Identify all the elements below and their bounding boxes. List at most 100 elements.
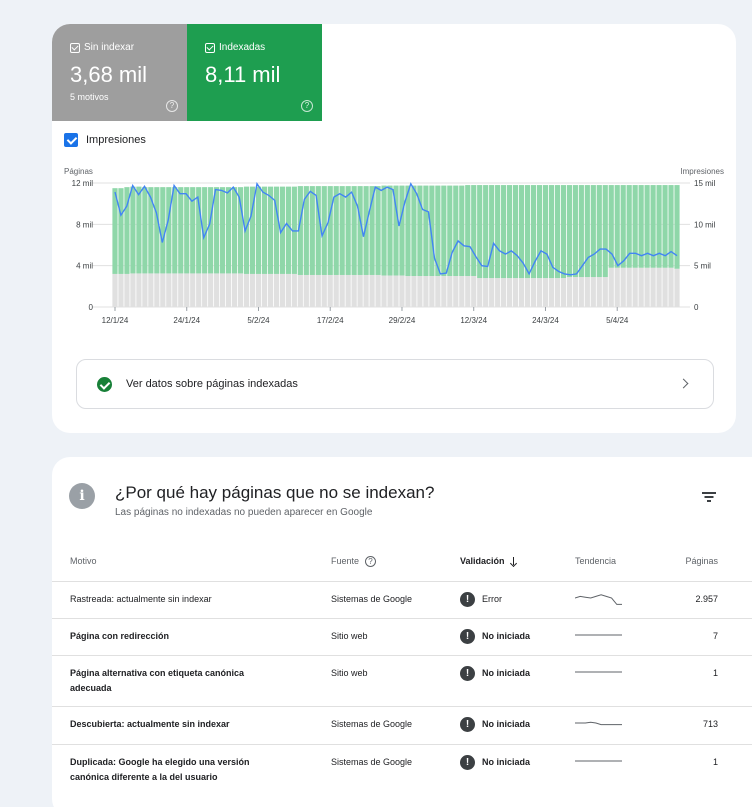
table-row[interactable]: Rastreada: actualmente sin indexar Sistem… xyxy=(52,581,752,618)
bar-indexed xyxy=(237,187,244,274)
trend-sparkline xyxy=(575,760,622,762)
bar-indexed xyxy=(524,185,531,279)
status-alert-icon: ! xyxy=(460,755,475,770)
bar-not-indexed xyxy=(518,278,525,307)
bar-not-indexed xyxy=(548,278,555,307)
source-cell: Sistemas de Google xyxy=(331,719,413,729)
bar-indexed xyxy=(267,186,274,274)
bar-not-indexed xyxy=(405,276,411,307)
sort-descending-icon xyxy=(510,557,518,566)
bar-not-indexed xyxy=(184,273,190,307)
bar-indexed xyxy=(136,186,142,274)
bar-indexed xyxy=(441,185,447,276)
x-tick-label: 12/3/24 xyxy=(460,316,487,325)
chevron-right-icon xyxy=(678,378,689,389)
bar-not-indexed xyxy=(124,273,130,307)
bar-not-indexed xyxy=(399,275,405,307)
table-row[interactable]: Página alternativa con etiqueta canónica… xyxy=(52,655,752,706)
x-tick-label: 5/4/24 xyxy=(606,316,629,325)
bar-not-indexed xyxy=(178,273,184,307)
bar-not-indexed xyxy=(285,273,291,307)
validation-cell: ! No iniciada xyxy=(460,717,530,732)
bar-indexed xyxy=(166,187,172,274)
view-indexed-pages-link[interactable]: Ver datos sobre páginas indexadas xyxy=(76,359,714,409)
bar-indexed xyxy=(501,185,507,279)
bar-indexed xyxy=(285,186,291,274)
bar-not-indexed xyxy=(273,273,280,307)
bar-indexed xyxy=(572,185,578,278)
table-row[interactable]: Duplicada: Google ha elegido una versión… xyxy=(52,744,752,795)
bar-indexed xyxy=(375,186,381,275)
help-icon[interactable]: ? xyxy=(166,100,178,112)
not-indexed-tile[interactable]: Sin indexar 3,68 mil 5 motivos ? xyxy=(52,24,187,121)
bar-not-indexed xyxy=(459,276,465,307)
bar-not-indexed xyxy=(345,274,351,307)
bar-indexed xyxy=(226,187,232,274)
table-row[interactable]: Descubierta: actualmente sin indexar Sist… xyxy=(52,706,752,744)
column-header-source-label: Fuente xyxy=(331,556,360,566)
bar-not-indexed xyxy=(477,278,483,307)
bar-indexed xyxy=(590,185,596,278)
bar-indexed xyxy=(387,185,393,276)
bar-not-indexed xyxy=(668,267,674,307)
help-icon[interactable]: ? xyxy=(301,100,313,112)
impressions-toggle[interactable]: Impresiones xyxy=(64,133,146,147)
bar-not-indexed xyxy=(656,267,662,307)
bar-indexed xyxy=(429,185,435,276)
bar-not-indexed xyxy=(112,273,118,307)
bar-indexed xyxy=(602,185,608,278)
validation-status: Error xyxy=(482,594,502,604)
pages-chart: Páginas Impresiones 12 mil 8 mil 4 mil 0 15… xyxy=(64,167,724,325)
bar-not-indexed xyxy=(530,278,537,307)
bar-indexed xyxy=(471,185,477,276)
bar-not-indexed xyxy=(357,274,363,307)
bar-not-indexed xyxy=(261,273,268,307)
bar-not-indexed xyxy=(411,276,417,307)
bar-not-indexed xyxy=(602,277,608,307)
column-header-reason[interactable]: Motivo xyxy=(70,556,97,566)
x-tick-label: 24/1/24 xyxy=(173,316,200,325)
help-icon[interactable]: ? xyxy=(365,556,377,568)
bar-not-indexed xyxy=(160,273,166,307)
bar-not-indexed xyxy=(220,273,226,307)
left-tick-label: 8 mil xyxy=(76,220,93,229)
bar-not-indexed xyxy=(249,273,256,307)
source-cell: Sitio web xyxy=(331,631,368,641)
bar-not-indexed xyxy=(626,267,632,307)
checkbox-checked-icon[interactable] xyxy=(64,133,78,147)
bar-not-indexed xyxy=(632,267,638,307)
bar-indexed xyxy=(566,185,572,278)
bar-not-indexed xyxy=(453,276,459,307)
bar-indexed xyxy=(512,185,519,279)
trend-sparkline xyxy=(575,594,622,605)
reason-cell: Página con redirección xyxy=(70,631,170,641)
bar-not-indexed xyxy=(512,278,519,307)
checkbox-checked-icon[interactable] xyxy=(70,42,80,53)
bar-not-indexed xyxy=(608,267,614,307)
bar-not-indexed xyxy=(154,273,160,307)
bar-indexed xyxy=(632,185,638,268)
table-row[interactable]: Página con redirección Sitio web ! No inici… xyxy=(52,618,752,655)
bar-indexed xyxy=(411,185,417,276)
checkbox-checked-icon[interactable] xyxy=(205,42,215,53)
bar-not-indexed xyxy=(489,278,495,307)
validation-cell: ! No iniciada xyxy=(460,629,530,644)
bar-indexed xyxy=(614,185,620,268)
right-tick-label: 0 xyxy=(694,303,699,312)
bar-indexed xyxy=(345,186,351,275)
column-header-validation[interactable]: Validación xyxy=(460,556,518,566)
bar-not-indexed xyxy=(381,275,387,307)
bar-indexed xyxy=(399,185,405,276)
bar-not-indexed xyxy=(524,278,531,307)
column-header-source[interactable]: Fuente? xyxy=(331,556,377,568)
right-axis-title: Impresiones xyxy=(680,167,724,176)
indexed-tile[interactable]: Indexadas 8,11 mil ? xyxy=(187,24,322,121)
column-header-pages[interactable]: Páginas xyxy=(652,556,718,566)
validation-status: No iniciada xyxy=(482,631,531,641)
filter-icon[interactable] xyxy=(702,492,716,502)
bar-not-indexed xyxy=(483,278,489,307)
bar-indexed xyxy=(148,187,154,274)
bar-not-indexed xyxy=(417,276,423,307)
bar-not-indexed xyxy=(566,277,572,307)
bar-indexed xyxy=(596,185,602,278)
